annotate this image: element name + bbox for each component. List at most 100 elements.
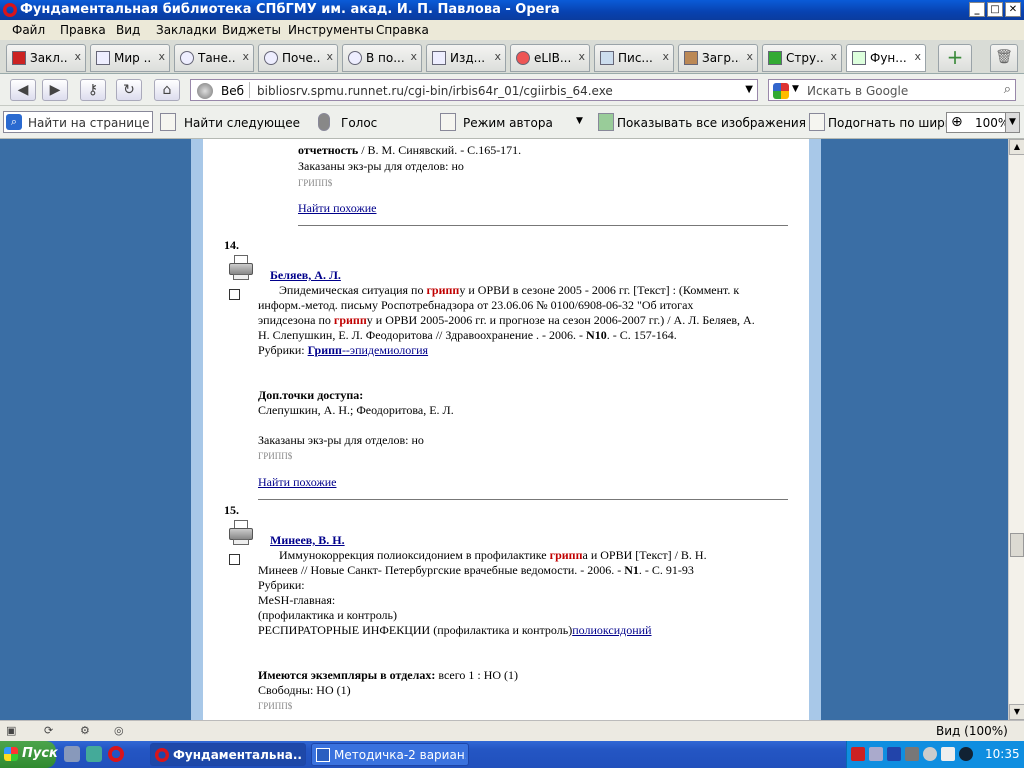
forward-button[interactable]: ▶	[42, 79, 68, 101]
tab-mail[interactable]: Пис... x	[594, 44, 674, 72]
close-tab-icon[interactable]: x	[158, 50, 165, 63]
tab-poche[interactable]: Поче... x	[258, 44, 338, 72]
taskbar-item-opera[interactable]: Фундаментальна...	[150, 743, 306, 766]
text: . - С. 157-164.	[606, 328, 677, 342]
close-tab-icon[interactable]: x	[494, 50, 501, 63]
scrollbar-thumb[interactable]	[1010, 533, 1024, 557]
author-mode-icon[interactable]	[440, 113, 456, 131]
tab-elib[interactable]: eLIB... x	[510, 44, 590, 72]
fit-width-icon[interactable]	[809, 113, 825, 131]
status-zoom[interactable]: Вид (100%)	[936, 724, 1008, 738]
key-icon[interactable]: ⚷	[80, 79, 106, 101]
close-tab-icon[interactable]: x	[746, 50, 753, 63]
chevron-down-icon[interactable]: ▼	[1005, 113, 1019, 132]
result-14-author-link[interactable]: Беляев, А. Л.	[270, 268, 341, 283]
chevron-down-icon[interactable]: ▼	[745, 84, 753, 95]
tab-fundamental[interactable]: Фун... x	[846, 44, 926, 72]
tab-bookmarks[interactable]: Закл... x	[6, 44, 86, 72]
close-tab-icon[interactable]: x	[410, 50, 417, 63]
text: Эпидемическая ситуация по	[279, 283, 427, 297]
images-icon[interactable]	[598, 113, 614, 131]
new-tab-button[interactable]: +	[938, 44, 972, 72]
close-tab-icon[interactable]: x	[74, 50, 81, 63]
result-15-checkbox[interactable]	[229, 554, 240, 565]
holdings-label: Имеются экземпляры в отделах:	[258, 668, 436, 682]
turbo-icon[interactable]: ◎	[114, 724, 134, 739]
menu-view[interactable]: Вид	[116, 23, 140, 37]
window-title-bar[interactable]: Фундаментальная библиотека СПбГМУ им. ак…	[0, 0, 1024, 20]
volume-icon[interactable]	[941, 747, 955, 761]
tab-downloads[interactable]: Загр... x	[678, 44, 758, 72]
tab-vpo[interactable]: В по... x	[342, 44, 422, 72]
tray-icon[interactable]	[905, 747, 919, 761]
back-button[interactable]: ◀	[10, 79, 36, 101]
tab-label: Фун...	[870, 51, 907, 65]
tab-mir[interactable]: Мир ... x	[90, 44, 170, 72]
find-next-icon[interactable]	[160, 113, 176, 131]
rubric-highlight-link[interactable]: Грипп	[308, 343, 342, 357]
chevron-down-icon[interactable]: ▼	[576, 116, 583, 126]
menu-widgets[interactable]: Виджеты	[222, 23, 281, 37]
tray-icon[interactable]	[959, 747, 973, 761]
author-mode-button[interactable]: Режим автора	[463, 116, 553, 130]
panel-toggle-icon[interactable]: ▣	[6, 724, 26, 739]
menu-edit[interactable]: Правка	[60, 23, 106, 37]
text: . - С. 91-93	[638, 563, 694, 577]
address-toolbar: ◀ ▶ ⚷ ↻ ⌂ Веб bibliosrv.spmu.runnet.ru/c…	[0, 74, 1024, 106]
word-icon	[316, 748, 330, 762]
close-tab-icon[interactable]: x	[242, 50, 249, 63]
quicklaunch-icon[interactable]	[86, 746, 102, 762]
tab-stru[interactable]: Стру... x	[762, 44, 842, 72]
home-button[interactable]: ⌂	[154, 79, 180, 101]
result-13-similar-link[interactable]: Найти похожие	[298, 201, 377, 216]
result-14-checkbox[interactable]	[229, 289, 240, 300]
minimize-button[interactable]: _	[969, 2, 985, 17]
printer-icon[interactable]	[229, 520, 253, 546]
microphone-icon[interactable]	[318, 113, 330, 131]
network-icon[interactable]	[869, 747, 883, 761]
search-field[interactable]: ▼ Искать в Google ⌕	[768, 79, 1016, 101]
result-15-author-link[interactable]: Минеев, В. Н.	[270, 533, 345, 548]
find-next-button[interactable]: Найти следующее	[184, 116, 300, 130]
menu-tools[interactable]: Инструменты	[288, 23, 374, 37]
menu-help[interactable]: Справка	[376, 23, 429, 37]
search-icon[interactable]: ⌕	[1004, 82, 1011, 97]
opera-icon[interactable]	[108, 746, 124, 762]
unite-icon[interactable]: ⚙	[80, 724, 100, 739]
desktop-icon[interactable]	[64, 746, 80, 762]
chevron-down-icon[interactable]: ▼	[792, 84, 799, 94]
reload-button[interactable]: ↻	[116, 79, 142, 101]
address-field[interactable]: Веб bibliosrv.spmu.runnet.ru/cgi-bin/irb…	[190, 79, 758, 101]
printer-icon[interactable]	[229, 255, 253, 281]
menu-bookmarks[interactable]: Закладки	[156, 23, 217, 37]
antivirus-icon[interactable]	[851, 747, 865, 761]
show-images-button[interactable]: Показывать все изображения	[617, 116, 806, 130]
close-tab-icon[interactable]: x	[326, 50, 333, 63]
close-tab-icon[interactable]: x	[830, 50, 837, 63]
scroll-up-icon[interactable]: ▲	[1009, 139, 1024, 155]
close-tab-icon[interactable]: x	[914, 50, 921, 63]
close-tab-icon[interactable]: x	[662, 50, 669, 63]
maximize-button[interactable]: □	[987, 2, 1003, 17]
page-viewport: отчетность / В. М. Синявский. - С.165-17…	[0, 139, 1008, 720]
zoom-select[interactable]: ⊕ 100% ▼	[946, 112, 1020, 133]
close-button[interactable]: ✕	[1005, 2, 1021, 17]
trash-icon[interactable]: 🗑	[990, 44, 1018, 72]
tab-izd[interactable]: Изд... x	[426, 44, 506, 72]
language-icon[interactable]	[887, 747, 901, 761]
sync-icon[interactable]: ⟳	[44, 724, 64, 739]
voice-button[interactable]: Голос	[341, 116, 377, 130]
tray-icon[interactable]	[923, 747, 937, 761]
rubric-link[interactable]: --эпидемиология	[342, 343, 428, 357]
tab-tane[interactable]: Тане... x	[174, 44, 254, 72]
vertical-scrollbar[interactable]: ▲ ▼	[1008, 139, 1024, 720]
result-14-similar-link[interactable]: Найти похожие	[258, 475, 337, 490]
rubric-link[interactable]: полиоксидоний	[572, 623, 651, 637]
start-button[interactable]: Пуск	[0, 741, 58, 768]
menu-file[interactable]: Файл	[12, 23, 45, 37]
taskbar-item-word[interactable]: Методичка-2 вариан...	[311, 743, 469, 766]
scroll-down-icon[interactable]: ▼	[1009, 704, 1024, 720]
find-input[interactable]: ⌕ Найти на странице	[3, 111, 153, 133]
divider	[298, 225, 788, 226]
close-tab-icon[interactable]: x	[578, 50, 585, 63]
